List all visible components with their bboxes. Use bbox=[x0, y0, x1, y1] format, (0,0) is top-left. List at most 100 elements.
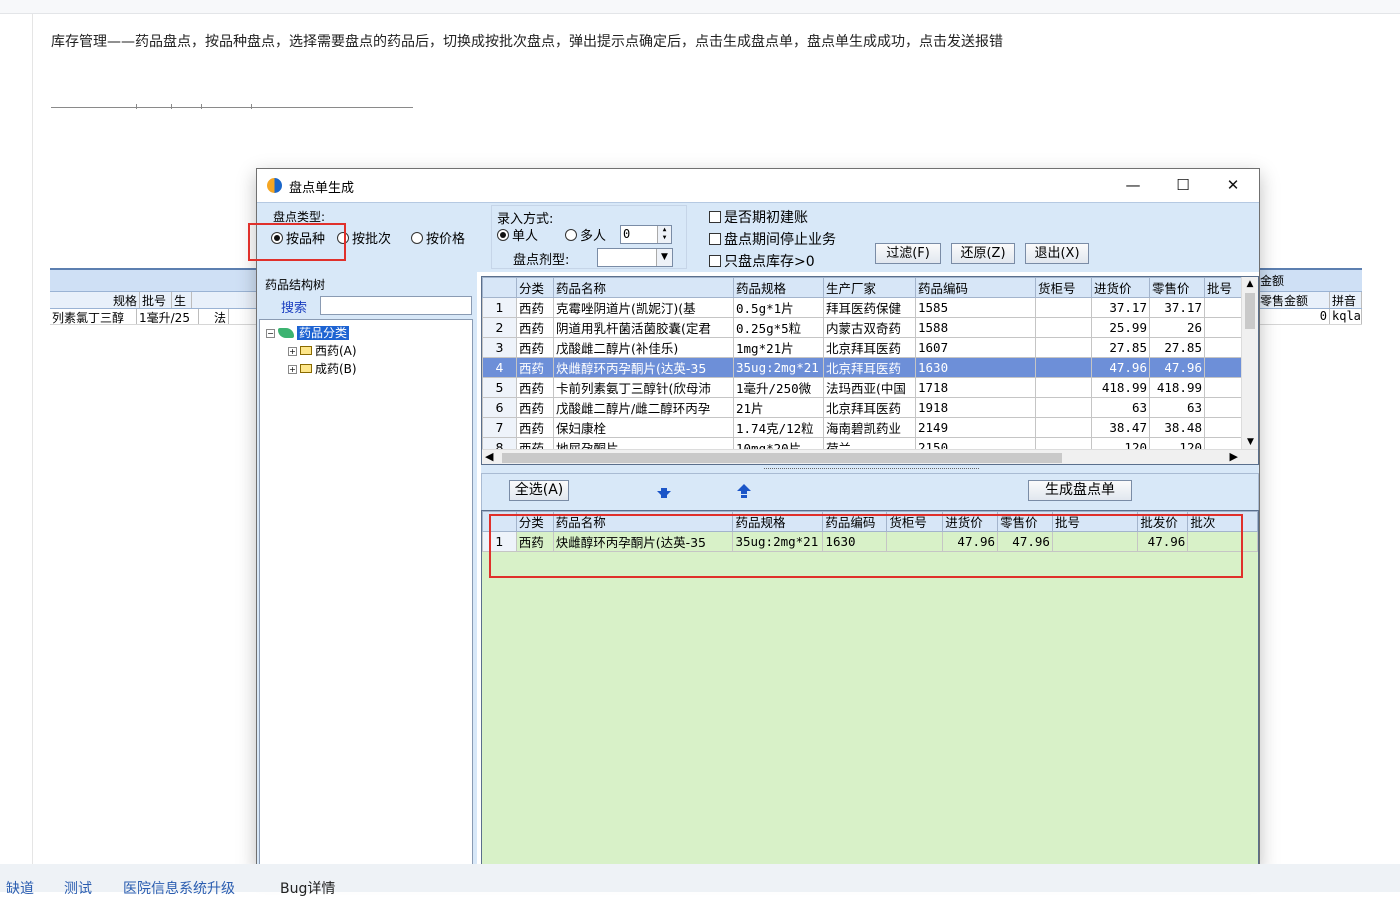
top-table-cell: 2 bbox=[482, 317, 517, 338]
expand-icon[interactable]: + bbox=[288, 347, 297, 356]
top-grid-hscrollbar[interactable]: ◀ ▶ bbox=[482, 449, 1258, 464]
tree-node-patent[interactable]: + 成药(B) bbox=[288, 360, 357, 377]
hscroll-thumb[interactable] bbox=[502, 453, 1062, 463]
top-header[interactable]: 批号 bbox=[1204, 277, 1245, 298]
top-table-cell bbox=[1204, 337, 1245, 358]
top-table-cell: 5 bbox=[482, 377, 517, 398]
footer-tab-2[interactable]: 测试 bbox=[64, 878, 92, 898]
top-header[interactable]: 药品规格 bbox=[733, 277, 824, 298]
bg-cell-pinyin: kqla bbox=[1332, 309, 1362, 324]
top-header[interactable]: 药品名称 bbox=[553, 277, 734, 298]
multi-count-stepper[interactable]: 0 ▲ ▼ bbox=[620, 225, 672, 244]
scroll-up-icon[interactable]: ▲ bbox=[1242, 279, 1258, 289]
top-table-cell: 26 bbox=[1149, 317, 1205, 338]
scroll-left-icon[interactable]: ◀ bbox=[485, 450, 493, 463]
top-table-cell bbox=[1204, 297, 1245, 318]
close-button[interactable]: ✕ bbox=[1209, 169, 1257, 202]
top-header[interactable]: 分类 bbox=[516, 277, 554, 298]
expand-icon[interactable]: + bbox=[288, 365, 297, 374]
top-table-cell: 1918 bbox=[915, 397, 1036, 418]
top-table-cell: 1630 bbox=[915, 357, 1036, 378]
radio-on-icon bbox=[497, 229, 509, 241]
top-table-cell: 卡前列素氨丁三醇针(欣母沛 bbox=[553, 377, 734, 398]
top-table-cell: 西药 bbox=[516, 397, 554, 418]
top-table-cell: 1毫升/250微 bbox=[733, 377, 824, 398]
top-table-cell: 北京拜耳医药 bbox=[823, 397, 916, 418]
top-table-row[interactable]: 5 西药 卡前列素氨丁三醇针(欣母沛 1毫升/250微 法玛西亚(中国 1718 418.9… bbox=[482, 377, 1245, 398]
stepper-arrows-icon[interactable]: ▲ ▼ bbox=[657, 226, 671, 243]
select-all-button[interactable]: 全选(A) bbox=[509, 480, 569, 501]
top-table-cell: 37.17 bbox=[1149, 297, 1205, 318]
tree-node-root[interactable]: − 药品分类 bbox=[266, 324, 350, 341]
scroll-thumb[interactable] bbox=[1245, 293, 1255, 329]
top-table-cell bbox=[1035, 397, 1092, 418]
entry-multi-radio[interactable]: 多人 bbox=[565, 225, 606, 244]
background-grid-left: 规格 批号 生 列素氯丁三醇 1毫升/25 法 bbox=[50, 268, 260, 358]
top-header[interactable]: 进货价 bbox=[1091, 277, 1150, 298]
dialog-title: 盘点单生成 bbox=[289, 181, 355, 196]
top-header[interactable]: 药品编码 bbox=[915, 277, 1036, 298]
top-table-cell: 海南碧凯药业 bbox=[823, 417, 916, 438]
checkbox-stop-business[interactable]: 盘点期间停止业务 bbox=[709, 229, 836, 249]
top-table-cell: 西药 bbox=[516, 377, 554, 398]
top-header[interactable]: 零售价 bbox=[1149, 277, 1205, 298]
top-header[interactable]: 货柜号 bbox=[1035, 277, 1092, 298]
checkbox-icon bbox=[709, 211, 721, 223]
issue-description: 库存管理——药品盘点，按品种盘点，选择需要盘点的药品后，切换成按批次盘点，弹出提… bbox=[51, 34, 1003, 50]
move-up-arrow-icon[interactable] bbox=[736, 483, 752, 499]
tree-search-label[interactable]: 搜索 bbox=[281, 297, 307, 316]
check-type-by-price[interactable]: 按价格 bbox=[411, 228, 465, 247]
top-table-cell: 北京拜耳医药 bbox=[823, 337, 916, 358]
checkbox-stock-positive[interactable]: 只盘点库存>0 bbox=[709, 251, 815, 271]
entry-single-radio[interactable]: 单人 bbox=[497, 225, 538, 244]
top-table-cell bbox=[1035, 357, 1092, 378]
top-table-cell: 27.85 bbox=[1091, 337, 1150, 358]
drug-tree: − 药品分类 + 西药(A) + 成药(B) bbox=[259, 319, 473, 869]
top-table-cell: 保妇康栓 bbox=[553, 417, 734, 438]
move-down-arrow-icon[interactable] bbox=[656, 483, 672, 499]
maximize-button[interactable]: ☐ bbox=[1159, 169, 1207, 202]
top-table-row[interactable]: 6 西药 戊酸雌二醇片/雌二醇环丙孕 21片 北京拜耳医药 1918 63 63 bbox=[482, 397, 1245, 418]
top-table-cell: 418.99 bbox=[1149, 377, 1205, 398]
top-table-row[interactable]: 7 西药 保妇康栓 1.74克/12粒 海南碧凯药业 2149 38.47 38.48 bbox=[482, 417, 1245, 438]
top-table-cell: 法玛西亚(中国 bbox=[823, 377, 916, 398]
top-table-row[interactable]: 1 西药 克霉唑阴道片(凯妮汀)(基 0.5g*1片 拜耳医药保健 1585 37.17 37… bbox=[482, 297, 1245, 318]
top-header[interactable]: 生产厂家 bbox=[823, 277, 916, 298]
bg-cell-retail-amount: 0 bbox=[1258, 309, 1330, 324]
dosage-label: 盘点剂型: bbox=[513, 253, 570, 268]
footer-tab-1[interactable]: 缺道 bbox=[6, 878, 34, 898]
top-table-row[interactable]: 4 西药 炔雌醇环丙孕酮片(达英-35 35ug:2mg*21 北京拜耳医药 1630 47… bbox=[482, 357, 1245, 378]
top-header[interactable] bbox=[482, 277, 517, 298]
filter-button[interactable]: 过滤(F) bbox=[875, 243, 941, 264]
top-table-cell bbox=[1035, 297, 1092, 318]
dosage-select[interactable]: ▼ bbox=[597, 248, 673, 267]
top-table-row[interactable]: 2 西药 阴道用乳杆菌活菌胶囊(定君 0.25g*5粒 内蒙古双奇药 1588 25.99 2… bbox=[482, 317, 1245, 338]
inventory-check-dialog: 盘点单生成 — ☐ ✕ 盘点类型: 按品种 按批次 按价格 录入方式: 单人 多… bbox=[248, 168, 1260, 869]
chevron-down-icon[interactable]: ▼ bbox=[656, 249, 672, 266]
restore-button[interactable]: 还原(Z) bbox=[951, 243, 1015, 264]
top-table-cell: 戊酸雌二醇片/雌二醇环丙孕 bbox=[553, 397, 734, 418]
drug-list-table: 分类 药品名称 药品规格 生产厂家 药品编码 货柜号 进货价 零售价 批号 1 西药 克霉唑阴道片(… bbox=[482, 277, 1245, 458]
scroll-right-icon[interactable]: ▶ bbox=[1230, 450, 1238, 463]
scroll-down-icon[interactable]: ▼ bbox=[1242, 437, 1258, 447]
top-table-cell bbox=[1035, 317, 1092, 338]
top-table-cell: 37.17 bbox=[1091, 297, 1150, 318]
splitter[interactable] bbox=[481, 465, 1259, 473]
top-table-cell bbox=[1204, 377, 1245, 398]
minimize-button[interactable]: — bbox=[1109, 169, 1157, 202]
tree-search-input[interactable] bbox=[320, 296, 472, 315]
tree-node-western[interactable]: + 西药(A) bbox=[288, 342, 357, 359]
exit-button[interactable]: 退出(X) bbox=[1025, 243, 1089, 264]
checkbox-icon bbox=[709, 255, 721, 267]
checkbox-initial-account[interactable]: 是否期初建账 bbox=[709, 207, 808, 227]
top-table-cell: 1mg*21片 bbox=[733, 337, 824, 358]
footer-tab-3[interactable]: 医院信息系统升级 bbox=[123, 878, 235, 898]
bg-cell-spec: 1毫升/25 bbox=[137, 309, 199, 324]
highlight-box-check-type bbox=[248, 223, 346, 261]
top-table-row[interactable]: 3 西药 戊酸雌二醇片(补佳乐) 1mg*21片 北京拜耳医药 1607 27.85 27.8… bbox=[482, 337, 1245, 358]
top-table-cell bbox=[1204, 417, 1245, 438]
top-grid-vscrollbar[interactable]: ▲ ▼ bbox=[1241, 277, 1258, 449]
generate-check-sheet-button[interactable]: 生成盘点单 bbox=[1028, 480, 1132, 501]
collapse-icon[interactable]: − bbox=[266, 329, 275, 338]
footer-tab-4[interactable]: Bug详情 bbox=[280, 878, 335, 898]
